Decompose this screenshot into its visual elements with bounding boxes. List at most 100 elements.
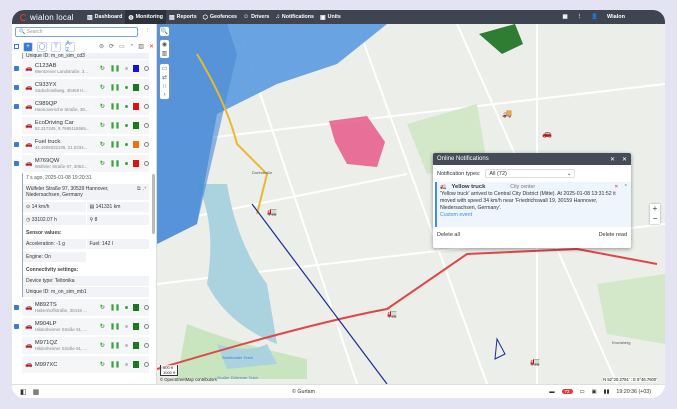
- timer-icon[interactable]: ◔: [130, 43, 134, 50]
- messages-icon[interactable]: ▬: [549, 389, 554, 395]
- locate-icon[interactable]: [144, 66, 149, 71]
- unit-checkbox[interactable]: [14, 104, 19, 109]
- nav-drivers[interactable]: ☺ Drivers: [240, 10, 272, 24]
- sort-button[interactable]: A-z: [65, 41, 75, 53]
- locate-icon[interactable]: [144, 305, 149, 310]
- pause-icon[interactable]: ❚❚: [110, 323, 120, 330]
- pause-icon[interactable]: ❚❚: [110, 65, 120, 72]
- tree-icon[interactable]: ⊤: [51, 41, 61, 52]
- command-icon[interactable]: ↻: [100, 84, 105, 91]
- pause-icon[interactable]: ❚❚: [110, 122, 120, 129]
- map-search-button[interactable]: 🔍: [160, 27, 169, 36]
- minimize-icon[interactable]: ✕: [610, 156, 615, 163]
- locate-icon[interactable]: [144, 362, 149, 367]
- locate-icon[interactable]: [144, 161, 149, 166]
- delete-all-button[interactable]: Delete all: [437, 232, 460, 238]
- unit-checkbox[interactable]: [14, 305, 19, 310]
- pause-icon[interactable]: ❚❚: [110, 103, 120, 110]
- pause-icon[interactable]: ❚❚: [110, 342, 120, 349]
- command-icon[interactable]: ↻: [100, 141, 105, 148]
- locate-icon[interactable]: [144, 142, 149, 147]
- delete-icon[interactable]: ✕: [614, 184, 618, 191]
- map-layers[interactable]: ◉ ▥: [160, 40, 169, 58]
- window-icon[interactable]: ▣: [592, 389, 597, 395]
- unit-checkbox[interactable]: [14, 324, 19, 329]
- unit-checkbox[interactable]: [14, 66, 19, 71]
- apps-grid-icon[interactable]: ▦: [562, 14, 567, 20]
- grid-icon[interactable]: ▦: [33, 388, 40, 396]
- unit-checkbox[interactable]: [14, 85, 19, 90]
- close-icon[interactable]: ✕: [149, 43, 154, 50]
- nav-notifications[interactable]: ♫ Notifications: [272, 10, 317, 24]
- select-all-checkbox[interactable]: [14, 44, 19, 49]
- locate-icon[interactable]: [144, 324, 149, 329]
- zoom-out-button[interactable]: −: [650, 214, 660, 224]
- pause-icon[interactable]: ❚❚: [110, 361, 120, 368]
- map-icon[interactable]: ▥: [162, 50, 168, 57]
- command-icon[interactable]: ⟳: [109, 43, 114, 50]
- command-icon[interactable]: ↻: [100, 65, 105, 72]
- pause-icon[interactable]: ❚❚: [110, 160, 120, 167]
- unit-row[interactable]: 🚗 C933YX Südschnellweg, 30459 H... ↻ ❚❚: [12, 78, 157, 97]
- panel-toggle-icon[interactable]: ◧: [20, 388, 27, 396]
- locate-icon[interactable]: [144, 85, 149, 90]
- unit-marker[interactable]: 🚚: [502, 109, 512, 118]
- delete-read-button[interactable]: Delete read: [599, 232, 627, 238]
- locate-icon[interactable]: [144, 123, 149, 128]
- add-button[interactable]: +: [23, 41, 33, 52]
- ruler-icon[interactable]: ▭: [162, 65, 168, 72]
- monitor-icon[interactable]: ▭: [119, 43, 125, 50]
- user-icon[interactable]: 👤: [591, 14, 598, 20]
- eye-icon[interactable]: ◉: [162, 41, 167, 48]
- unit-checkbox[interactable]: [14, 362, 19, 367]
- close-icon[interactable]: ✕: [622, 156, 627, 163]
- layout-icon[interactable]: ▮▮: [604, 389, 610, 395]
- pause-icon[interactable]: ❚❚: [110, 304, 120, 311]
- unit-row[interactable]: 🚗 C989QP Hannoversche Straße, 30... ↻ ❚❚: [12, 97, 157, 116]
- grid-icon[interactable]: ∷: [163, 83, 167, 90]
- command-icon[interactable]: ↻: [100, 361, 105, 368]
- zoom-in-button[interactable]: +: [650, 204, 660, 214]
- pause-icon[interactable]: ❚❚: [110, 84, 120, 91]
- locate-icon[interactable]: [144, 104, 149, 109]
- user-name[interactable]: Wialon: [607, 14, 625, 20]
- unit-row[interactable]: 🚗 C123AB Wentzener Landstraße, 3... ↻ ❚❚: [12, 59, 157, 78]
- unit-row[interactable]: 🚗 M892TS Haltenhoffstraße, 30419 ... ↻ ❚❚: [12, 298, 157, 317]
- more-icon[interactable]: ⋮: [577, 14, 583, 20]
- more-icon[interactable]: ⋮: [145, 28, 151, 34]
- search-input[interactable]: 🔍 Search: [15, 27, 138, 37]
- types-select[interactable]: All (72) ⌄: [485, 169, 576, 178]
- unit-row[interactable]: 🚗 M997XC ↻ ❚❚: [12, 355, 157, 374]
- command-icon[interactable]: ↻: [100, 304, 105, 311]
- unit-row[interactable]: 🚗 Fuel truck 44.4905032105, 21.0234... ↻ ❚❚: [12, 135, 157, 154]
- nav-geofences[interactable]: ⬡ Geofences: [200, 10, 240, 24]
- unit-marker[interactable]: 🚛: [530, 357, 540, 366]
- nav-monitoring[interactable]: ◍ Monitoring: [125, 10, 166, 24]
- eye-icon[interactable]: ⊜: [99, 43, 104, 50]
- command-icon[interactable]: ↻: [100, 103, 105, 110]
- unit-row[interactable]: 🚗 M971QZ Hildesheimer Straße 91, ... ↻ ❚❚: [12, 336, 157, 355]
- command-icon[interactable]: ↻: [100, 160, 105, 167]
- map-attribution[interactable]: © OpenStreetMap contributors: [160, 377, 217, 382]
- scrollbar[interactable]: [152, 174, 155, 234]
- pause-icon[interactable]: ❚❚: [110, 141, 120, 148]
- unit-checkbox[interactable]: [14, 123, 19, 128]
- notification-badge[interactable]: 72: [561, 389, 573, 394]
- unit-row[interactable]: 🚗 M769QW Wülfeler Straße 97, 3053... ↻ ❚❚: [12, 154, 157, 173]
- route-icon[interactable]: ⇄: [162, 74, 167, 81]
- notification-item[interactable]: 🚛 Yellow truck City center ✕ ⌃ 'Yellow truck…: [435, 182, 631, 227]
- unit-checkbox[interactable]: [14, 142, 19, 147]
- nav-units[interactable]: ▣ Units: [317, 10, 344, 24]
- map-tools[interactable]: ▭ ⇄ ∷ ›: [160, 64, 169, 99]
- unit-checkbox[interactable]: [14, 161, 19, 166]
- unit-marker[interactable]: 🚗: [542, 129, 552, 138]
- event-link[interactable]: Custom event: [440, 212, 472, 218]
- unit-row[interactable]: 🚗 EcoDriving Car 52.317345, 9.7995116665..…: [12, 116, 157, 135]
- nav-reports[interactable]: ▤ Reports: [166, 10, 200, 24]
- copy-icon[interactable]: ⧉ ↗: [137, 186, 146, 198]
- geofence-filter-icon[interactable]: ◯: [37, 41, 47, 52]
- command-icon[interactable]: ↻: [100, 122, 105, 129]
- logo[interactable]: wialon local: [12, 13, 84, 22]
- unit-checkbox[interactable]: [14, 343, 19, 348]
- expand-icon[interactable]: ›: [164, 92, 166, 98]
